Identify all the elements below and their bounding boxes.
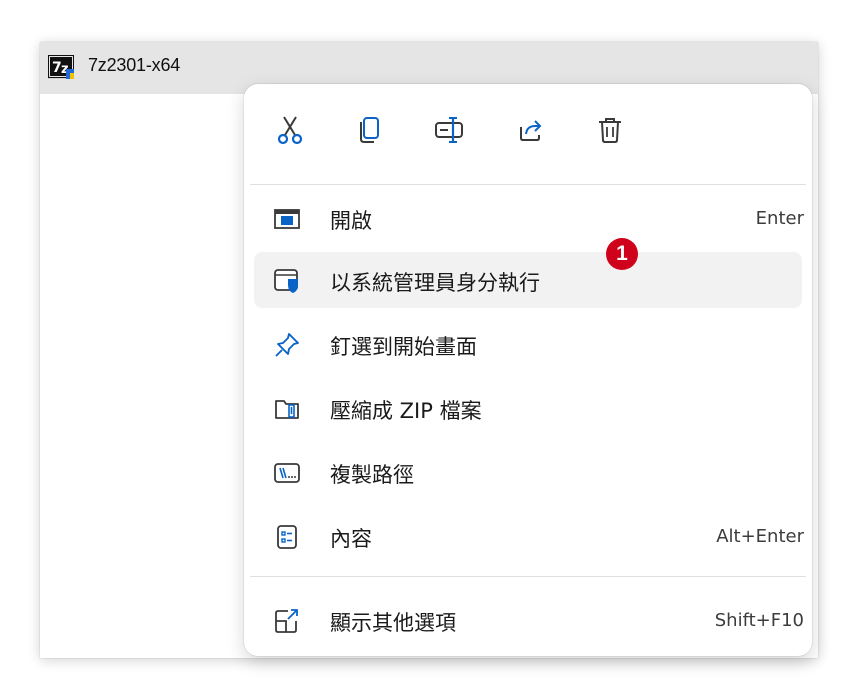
menu-item-shortcut: Alt+Enter (716, 526, 804, 547)
menu-item-pin-to-start[interactable]: 釘選到開始畫面 (254, 316, 802, 372)
menu-item-shortcut: Shift+F10 (714, 610, 804, 631)
menu-item-label: 釘選到開始畫面 (330, 335, 477, 359)
rename-icon (435, 117, 463, 143)
menu-item-compress-zip[interactable]: 壓縮成 ZIP 檔案 (254, 380, 802, 436)
menu-item-run-as-admin[interactable]: 以系統管理員身分執行 (254, 252, 802, 308)
7zip-app-icon: 7 z (48, 55, 74, 79)
toolbar-divider (250, 184, 806, 185)
copy-path-icon (274, 460, 300, 486)
menu-item-show-more-options[interactable]: 顯示其他選項 Shift+F10 (254, 592, 804, 648)
menu-item-label: 開啟 (330, 209, 372, 233)
menu-item-properties[interactable]: 內容 Alt+Enter (254, 508, 804, 564)
menu-item-copy-path[interactable]: 複製路徑 (254, 444, 802, 500)
menu-item-label: 顯示其他選項 (330, 611, 456, 635)
menu-item-label: 壓縮成 ZIP 檔案 (330, 399, 482, 423)
trash-icon (599, 118, 621, 143)
context-menu: 開啟 Enter 以系統管理員身分執行 釘選到開始畫面 壓縮成 ZIP 檔案 複… (244, 84, 812, 656)
menu-item-label: 以系統管理員身分執行 (330, 271, 540, 295)
copy-icon (360, 117, 379, 143)
more-options-icon (274, 608, 300, 634)
menu-item-label: 複製路徑 (330, 463, 414, 487)
menu-divider (250, 576, 806, 577)
cut-button[interactable] (268, 108, 312, 152)
zip-folder-icon (274, 396, 300, 422)
scissors-icon (277, 116, 303, 145)
properties-icon (274, 524, 300, 550)
context-menu-toolbar (244, 84, 812, 184)
file-name: 7z2301-x64 (88, 55, 181, 75)
menu-item-shortcut: Enter (755, 208, 804, 229)
share-icon (520, 120, 542, 141)
copy-button[interactable] (348, 108, 392, 152)
pin-icon (274, 332, 300, 358)
window-icon (274, 206, 300, 232)
annotation-badge: 1 (606, 238, 638, 270)
menu-item-label: 內容 (330, 527, 372, 551)
share-button[interactable] (508, 108, 552, 152)
admin-shield-icon (274, 268, 300, 294)
menu-item-open[interactable]: 開啟 Enter (254, 190, 804, 246)
delete-button[interactable] (588, 108, 632, 152)
rename-button[interactable] (428, 108, 472, 152)
